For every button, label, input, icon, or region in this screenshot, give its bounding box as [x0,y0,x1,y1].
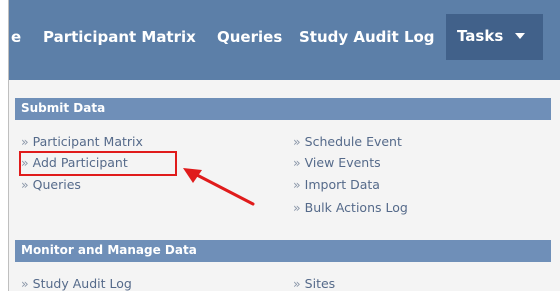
app-frame: e Participant Matrix Queries Study Audit… [8,0,560,291]
red-arrow-icon [183,168,255,206]
